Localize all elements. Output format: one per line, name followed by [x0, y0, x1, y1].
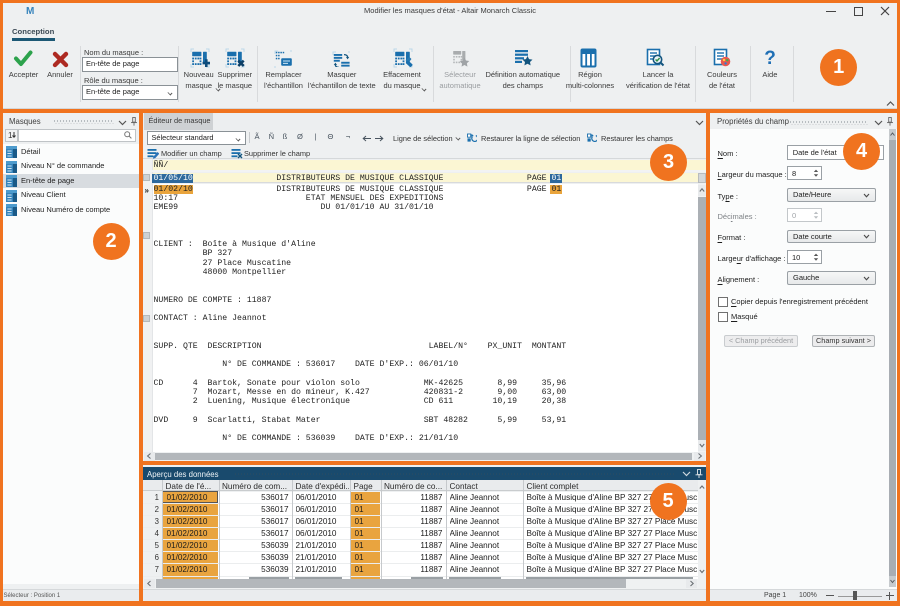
svg-text:1: 1: [8, 131, 13, 140]
svg-text:?: ?: [764, 48, 776, 68]
